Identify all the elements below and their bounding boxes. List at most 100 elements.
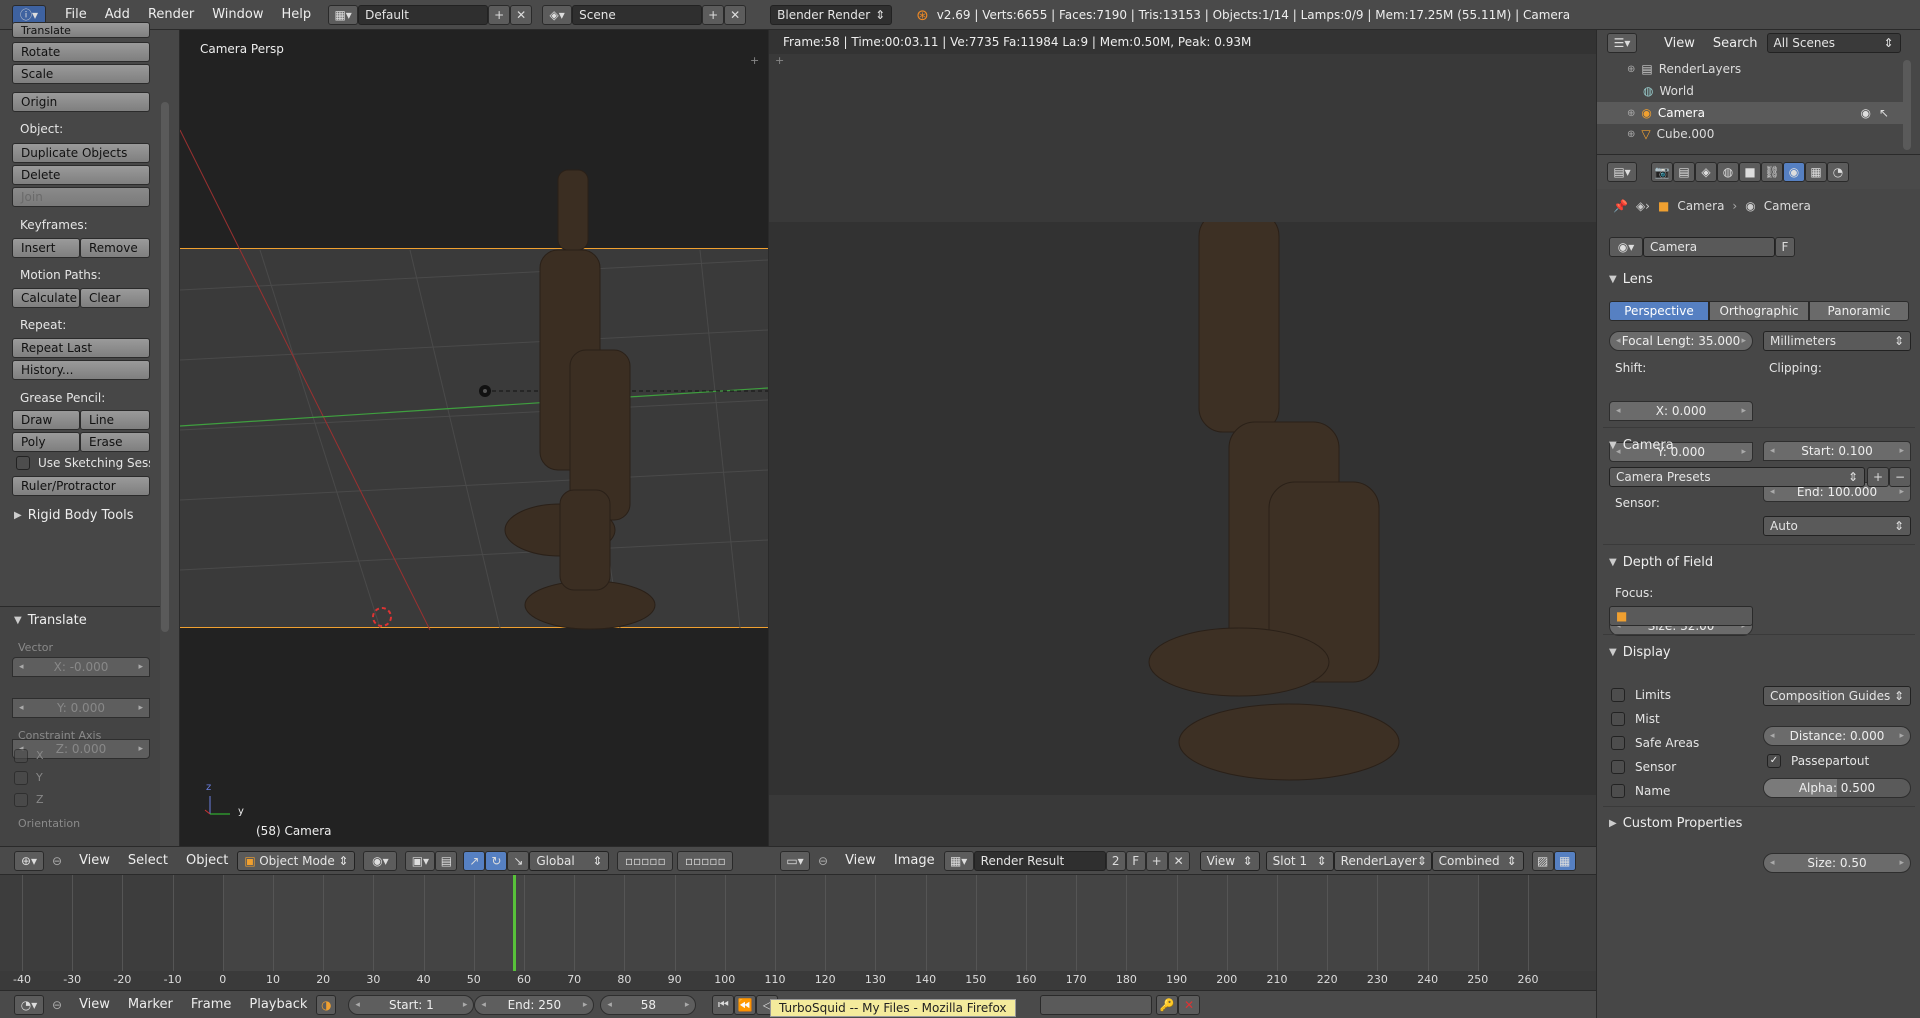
layout-select[interactable]: Default <box>358 4 489 25</box>
composition-guides-select[interactable]: Composition Guides ⇕ <box>1763 686 1911 706</box>
viewport-view-menu[interactable]: View <box>70 853 119 868</box>
outliner-row[interactable]: ◍ World <box>1597 80 1907 102</box>
focal-length-field[interactable]: Focal Lengt: 35.000 <box>1609 331 1753 351</box>
camera-fake-user-button[interactable]: F <box>1775 237 1795 257</box>
world-tab-icon[interactable]: ◍ <box>1717 162 1739 182</box>
eye-icon[interactable]: ◉ <box>1861 106 1871 120</box>
timeline-editor[interactable]: -40 -30 -20 -10 0 10 20 30 40 50 60 70 80 90 100 110 120… <box>0 874 1596 990</box>
remove-keyframe-button[interactable]: Remove <box>80 238 150 258</box>
name-checkbox[interactable] <box>1611 784 1625 798</box>
timeline-collapse-icon[interactable]: ⊖ <box>52 998 62 1012</box>
mist-checkbox[interactable] <box>1611 712 1625 726</box>
passepartout-alpha-slider[interactable]: Alpha: 0.500 <box>1763 778 1911 798</box>
scene-icon[interactable]: ◈▾ <box>542 4 573 25</box>
viewport-corner-icon[interactable]: + <box>750 54 759 67</box>
shift-x-field[interactable]: X: 0.000 <box>1609 401 1753 421</box>
lens-unit-select[interactable]: Millimeters ⇕ <box>1763 331 1911 351</box>
layers-grid-b[interactable]: ▫▫▫▫▫ <box>677 850 734 871</box>
new-image-icon[interactable]: + <box>1145 850 1168 871</box>
properties-editor-type-icon[interactable]: ▤▾ <box>1607 162 1637 182</box>
menu-render[interactable]: Render <box>139 7 203 22</box>
jump-keyframe-back-icon[interactable]: ⏪ <box>734 994 757 1015</box>
vector-x-field[interactable]: X: -0.000 <box>12 657 150 677</box>
outliner-scrollbar[interactable] <box>1903 60 1911 150</box>
translate-button[interactable]: Translate <box>12 22 150 38</box>
outliner-editor-type-icon[interactable]: ☰▾ <box>1607 33 1637 53</box>
erase-button[interactable]: Erase <box>80 432 150 452</box>
menu-add[interactable]: Add <box>96 7 139 22</box>
calculate-button[interactable]: Calculate <box>12 288 80 308</box>
clear-button[interactable]: Clear <box>80 288 150 308</box>
timeline-view-menu[interactable]: View <box>70 997 119 1012</box>
draw-button[interactable]: Draw <box>12 410 80 430</box>
view-display-select[interactable]: View ⇕ <box>1199 850 1260 871</box>
image-users-count[interactable]: 2 <box>1105 850 1126 871</box>
clip-start-field[interactable]: Start: 0.100 <box>1763 441 1911 461</box>
remove-scene-icon[interactable]: ✕ <box>724 4 747 25</box>
image-corner-icon[interactable]: + <box>775 54 784 67</box>
outliner-row[interactable]: ⊕ ▤ RenderLayers <box>1597 58 1907 80</box>
viewport-object-menu[interactable]: Object <box>177 853 237 868</box>
shading-icon[interactable]: ◉▾ <box>363 850 398 871</box>
scale-manipulator-icon[interactable]: ↘ <box>507 850 530 871</box>
editor-type-icon[interactable]: ⊕▾ <box>14 850 44 871</box>
limits-checkbox[interactable] <box>1611 688 1625 702</box>
safe-areas-checkbox[interactable] <box>1611 736 1625 750</box>
join-button[interactable]: Join <box>12 187 150 207</box>
camera-data-tab-icon[interactable]: ◉ <box>1783 162 1805 182</box>
add-scene-icon[interactable]: + <box>702 4 725 25</box>
fake-user-button[interactable]: F <box>1125 850 1146 871</box>
sensor-fit-select[interactable]: Auto ⇕ <box>1763 516 1911 536</box>
3d-viewport[interactable]: Camera Persp z y (58) Camera + <box>180 30 768 846</box>
object-tab-icon[interactable]: ■ <box>1739 162 1761 182</box>
mode-select[interactable]: ▣ Object Mode ⇕ <box>237 850 356 871</box>
add-preset-icon[interactable]: + <box>1867 467 1889 487</box>
display-size-field[interactable]: Size: 0.50 <box>1763 853 1911 873</box>
outliner-row-selected[interactable]: ⊕ ◉ Camera ◉ ↖ <box>1597 102 1907 124</box>
shelf-scrollbar[interactable] <box>161 102 169 632</box>
ruler-button[interactable]: Ruler/Protractor <box>12 476 150 496</box>
unlink-image-icon[interactable]: ✕ <box>1167 850 1190 871</box>
remove-layout-icon[interactable]: ✕ <box>510 4 533 25</box>
camera-name-field[interactable]: Camera <box>1643 237 1775 257</box>
timeline-editor-type-icon[interactable]: ◔▾ <box>14 994 44 1015</box>
layout-icon[interactable]: ▦▾ <box>328 4 359 25</box>
repeat-last-button[interactable]: Repeat Last <box>12 338 150 358</box>
timeline-frame-menu[interactable]: Frame <box>182 997 241 1012</box>
origin-button[interactable]: Origin <box>12 92 150 112</box>
scene-select[interactable]: Scene <box>572 4 703 25</box>
timeline-playback-menu[interactable]: Playback <box>240 997 316 1012</box>
perspective-tab[interactable]: Perspective <box>1609 301 1709 321</box>
vector-z-field[interactable]: Z: 0.000 <box>12 739 150 759</box>
outliner-view-menu[interactable]: View <box>1655 36 1704 51</box>
render-result-select[interactable]: Render Result <box>973 850 1106 871</box>
poly-button[interactable]: Poly <box>12 432 80 452</box>
axis-y-checkbox[interactable] <box>14 771 28 785</box>
pin-icon[interactable]: 📌 <box>1613 199 1628 213</box>
physics-tab-icon[interactable]: ◔ <box>1827 162 1849 182</box>
scale-button[interactable]: Scale <box>12 64 150 84</box>
panoramic-tab[interactable]: Panoramic <box>1809 301 1909 321</box>
preview-range-icon[interactable]: ◑ <box>316 994 337 1015</box>
camera-panel-header[interactable]: ▼ Camera <box>1609 438 1674 453</box>
history-button[interactable]: History... <box>12 360 150 380</box>
jump-start-icon[interactable]: ⏮ <box>712 994 735 1015</box>
orientation-select[interactable]: Global ⇕ <box>529 850 610 871</box>
orthographic-tab[interactable]: Orthographic <box>1709 301 1809 321</box>
texture-tab-icon[interactable]: ▦ <box>1805 162 1827 182</box>
translate-manipulator-icon[interactable]: ↗ <box>463 850 486 871</box>
line-button[interactable]: Line <box>80 410 150 430</box>
vector-y-field[interactable]: Y: 0.000 <box>12 698 150 718</box>
outliner-row[interactable]: ⊕ ▽ Cube.000 <box>1597 124 1907 144</box>
menu-window[interactable]: Window <box>203 7 272 22</box>
image-browse-icon[interactable]: ▦▾ <box>943 850 974 871</box>
image-image-menu[interactable]: Image <box>885 853 944 868</box>
menu-help[interactable]: Help <box>272 7 320 22</box>
cursor-select-icon[interactable]: ↖ <box>1879 106 1889 120</box>
camera-presets-select[interactable]: Camera Presets ⇕ <box>1609 467 1865 487</box>
manipulator-icon[interactable]: ▤ <box>435 850 458 871</box>
rotate-button[interactable]: Rotate <box>12 42 150 62</box>
image-view-menu[interactable]: View <box>836 853 885 868</box>
render-tab-icon[interactable]: 📷 <box>1651 162 1673 182</box>
layers-tab-icon[interactable]: ▤ <box>1673 162 1695 182</box>
